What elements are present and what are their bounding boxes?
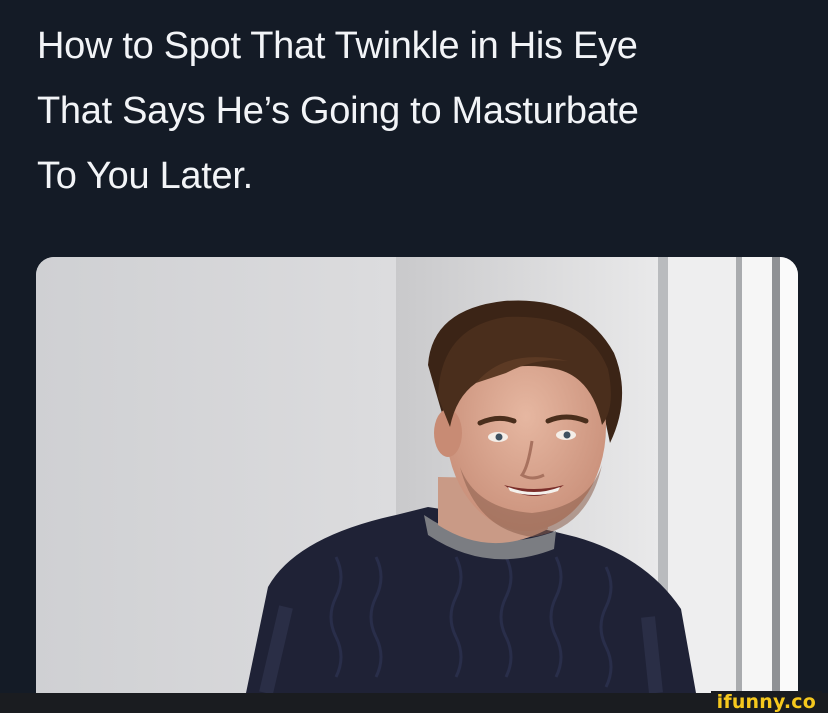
footer-bar (0, 693, 828, 713)
ifunny-watermark: ifunny.co (710, 691, 822, 713)
post-title: How to Spot That Twinkle in His Eye That… (37, 14, 807, 209)
post-title-line-1: How to Spot That Twinkle in His Eye (37, 25, 638, 67)
photo-image (36, 257, 798, 693)
post-title-line-2: That Says He’s Going to Masturbate (37, 90, 639, 132)
post-title-line-3: To You Later. (37, 155, 253, 197)
post-photo[interactable] (36, 257, 798, 693)
